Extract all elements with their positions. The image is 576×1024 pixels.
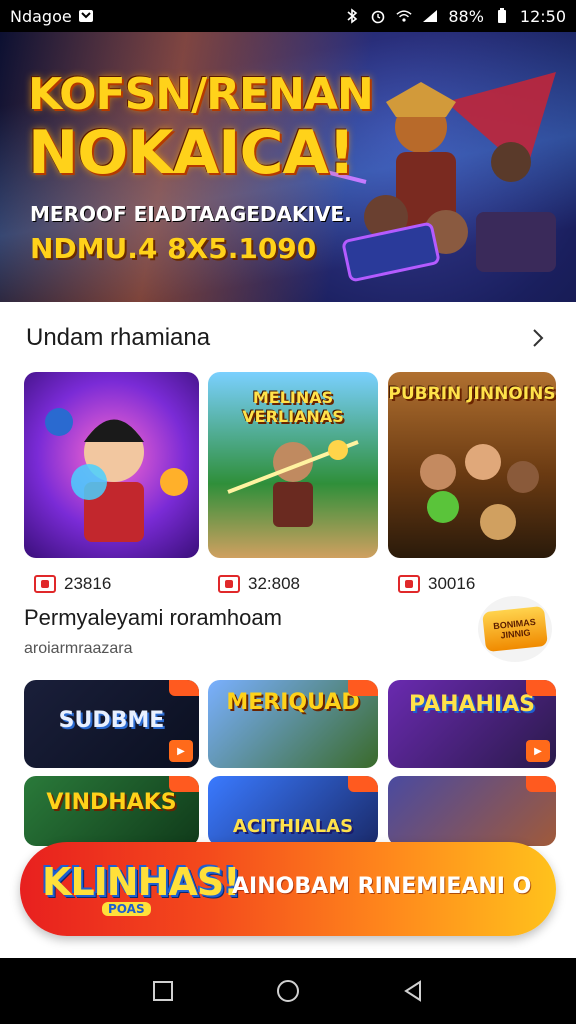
section-header-1[interactable]: Undam rhamiana (0, 315, 576, 361)
play-icon[interactable]: ▶ (526, 740, 550, 762)
game-art-1 (45, 408, 188, 542)
game-count-2: 32:808 (248, 574, 300, 593)
hero-subtitle: MEROOF EIADTAAGEDAKIVE. (30, 202, 352, 226)
mini-tile-5[interactable]: ACITHIALAS (208, 776, 378, 846)
game-art-2 (227, 440, 359, 527)
navigation-bar (0, 958, 576, 1024)
mini-tile-label-5: ACITHIALAS (232, 816, 354, 837)
game-tile-3[interactable]: PUBRIN JINNOINS (388, 372, 556, 558)
recent-apps-icon[interactable] (149, 977, 177, 1005)
video-icon (34, 575, 56, 593)
cta-logo-title: KLINHAS! (42, 860, 241, 904)
mini-tile-label-4: VINDHAKS (46, 790, 177, 815)
clock: 12:50 (519, 6, 566, 26)
video-icon (218, 575, 240, 593)
game-count-3: 30016 (428, 574, 476, 593)
new-tag (526, 776, 556, 792)
section-title-2[interactable]: Permyaleyami roramhoam (24, 605, 282, 631)
new-tag (526, 680, 556, 696)
hero-title-line1: KOFSN/RENAN (28, 69, 374, 120)
back-icon[interactable] (399, 977, 427, 1005)
hero-subtitle-2: NDMU.4 8X5.1090 (30, 232, 317, 265)
battery-icon (494, 8, 510, 24)
game-meta-1: 23816 (34, 574, 111, 594)
cta-banner[interactable]: KLINHAS! POAS AINOBAM RINEMIEANI O (20, 842, 556, 936)
status-app-name: Ndagoe (10, 6, 72, 26)
game-art-3 (420, 444, 539, 540)
new-tag (169, 776, 199, 792)
cta-logo-sub: POAS (102, 902, 151, 916)
game-tile-1[interactable] (24, 372, 199, 558)
battery-text: 88% (448, 6, 484, 26)
mini-tile-label-1: SUDBME (58, 708, 165, 733)
game-meta-2: 32:808 (218, 574, 300, 594)
new-tag (348, 680, 378, 696)
section-subtitle-2: aroiarmraazara (24, 640, 133, 657)
mini-tile-3[interactable]: PAHAHIAS ▶ (388, 680, 556, 768)
wifi-icon (396, 8, 412, 24)
status-bar: Ndagoe 88% 12:50 (0, 0, 576, 32)
mini-tile-6[interactable] (388, 776, 556, 846)
signal-icon (422, 8, 438, 24)
hero-banner[interactable]: KOFSN/RENAN NOKAICA! MEROOF EIADTAAGEDAK… (0, 32, 576, 302)
alarm-icon (370, 8, 386, 24)
home-icon[interactable] (274, 977, 302, 1005)
promo-badge-logo: BONIMAS JINNIG (482, 605, 548, 653)
mini-tile-4[interactable]: VINDHAKS (24, 776, 199, 846)
bluetooth-icon (344, 8, 360, 24)
mini-tile-2[interactable]: MERIQUAD (208, 680, 378, 768)
notification-icon (78, 8, 94, 24)
new-tag (169, 680, 199, 696)
play-icon[interactable]: ▶ (169, 740, 193, 762)
cta-text: AINOBAM RINEMIEANI O (232, 874, 532, 899)
hero-title: KOFSN/RENAN NOKAICA! (28, 69, 374, 188)
video-icon (398, 575, 420, 593)
cta-logo: KLINHAS! POAS (42, 852, 241, 926)
chevron-right-icon[interactable] (526, 326, 550, 350)
section-title: Undam rhamiana (26, 324, 211, 351)
hero-title-line2: NOKAICA! (28, 118, 355, 188)
game-meta-3: 30016 (398, 574, 475, 594)
promo-badge[interactable]: BONIMAS JINNIG (478, 596, 552, 662)
new-tag (348, 776, 378, 792)
game-tile-2[interactable]: MELINAS VERLIANAS (208, 372, 378, 558)
mini-tile-1[interactable]: SUDBME ▶ (24, 680, 199, 768)
game-count-1: 23816 (64, 574, 112, 593)
